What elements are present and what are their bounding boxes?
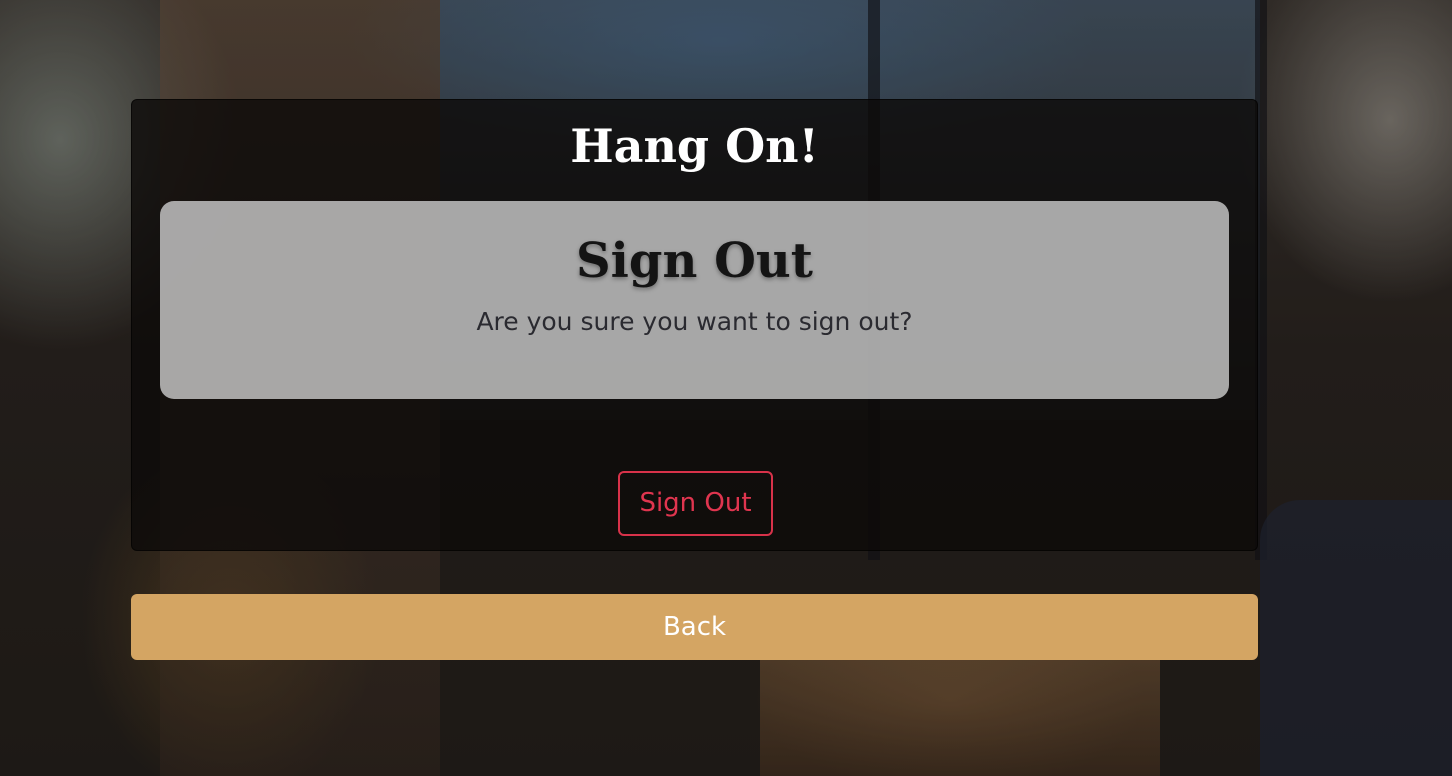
signout-card: Sign Out Are you sure you want to sign o… [160,201,1229,399]
card-title: Sign Out [576,233,813,289]
card-message: Are you sure you want to sign out? [476,307,913,336]
back-button[interactable]: Back [131,594,1258,660]
sign-out-button[interactable]: Sign Out [618,471,773,536]
signout-dialog: Hang On! Sign Out Are you sure you want … [131,99,1258,551]
dialog-title: Hang On! [570,119,819,173]
